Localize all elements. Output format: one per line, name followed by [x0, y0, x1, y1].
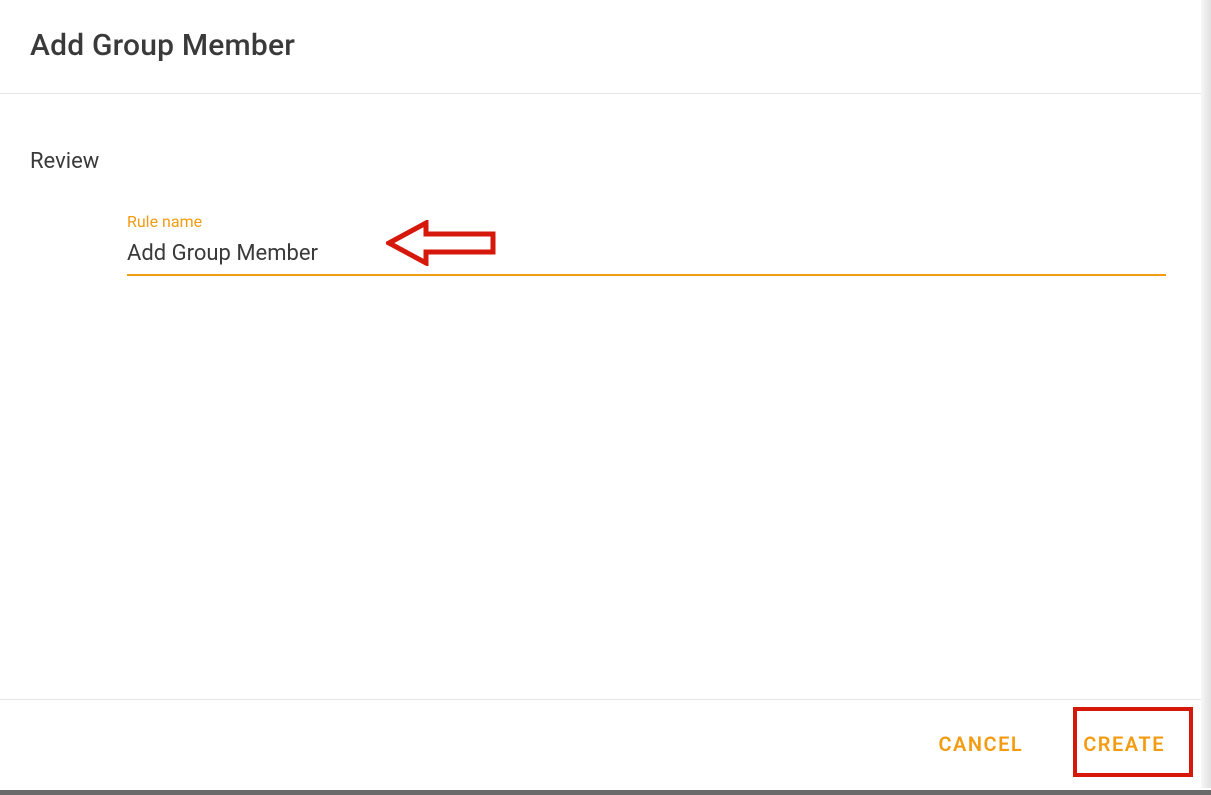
dialog-title: Add Group Member	[30, 28, 1171, 63]
dialog-header: Add Group Member	[0, 0, 1201, 94]
right-shadow	[1201, 0, 1211, 788]
rule-name-label: Rule name	[127, 212, 1166, 231]
rule-name-field: Rule name	[127, 212, 1166, 276]
dialog-body: Review Rule name	[0, 94, 1201, 699]
cancel-button[interactable]: CANCEL	[922, 722, 1039, 766]
dialog-footer: CANCEL CREATE	[0, 699, 1201, 788]
review-section-title: Review	[30, 149, 1171, 174]
rule-name-input[interactable]	[127, 237, 1166, 276]
dialog-container: Add Group Member Review Rule name CANCEL…	[0, 0, 1201, 788]
create-button[interactable]: CREATE	[1067, 722, 1181, 766]
bottom-bar	[0, 790, 1211, 795]
